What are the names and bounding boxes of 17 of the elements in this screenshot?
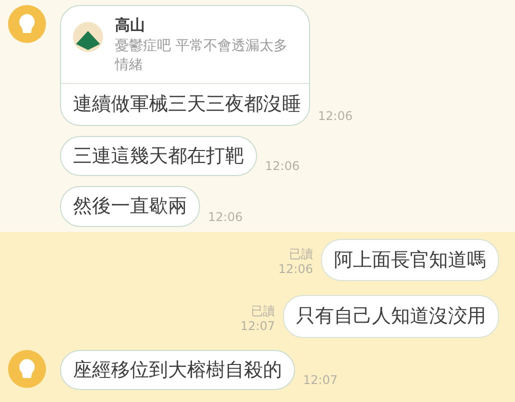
message-bubble: 只有自己人知道沒洨用 <box>283 295 499 338</box>
quoted-message: 憂鬱症吧 平常不會透漏太多情緒 <box>115 36 288 75</box>
message-time: 12:07 <box>240 318 275 334</box>
message-time: 12:07 <box>303 374 338 386</box>
message-bubble: 座經移位到大榕樹自殺的 <box>60 350 295 390</box>
read-receipt: 已讀 <box>289 247 313 262</box>
mountain-thumbnail-icon <box>73 22 103 52</box>
message-time: 12:06 <box>318 110 353 122</box>
message-time: 12:06 <box>208 210 243 222</box>
message-time: 12:06 <box>278 262 313 277</box>
message-bubble: 然後一直歇兩 <box>60 186 200 226</box>
message-bubble: 阿上面長官知道嗎 <box>321 238 499 281</box>
quoted-sender: 高山 <box>115 15 146 36</box>
read-receipt: 已讀 <box>251 304 275 318</box>
message-time: 12:06 <box>265 160 300 172</box>
message-bubble: 三連這幾天都在打靶 <box>60 136 257 176</box>
message-text: 連續做軍械三天三夜都沒睡 <box>72 92 302 117</box>
